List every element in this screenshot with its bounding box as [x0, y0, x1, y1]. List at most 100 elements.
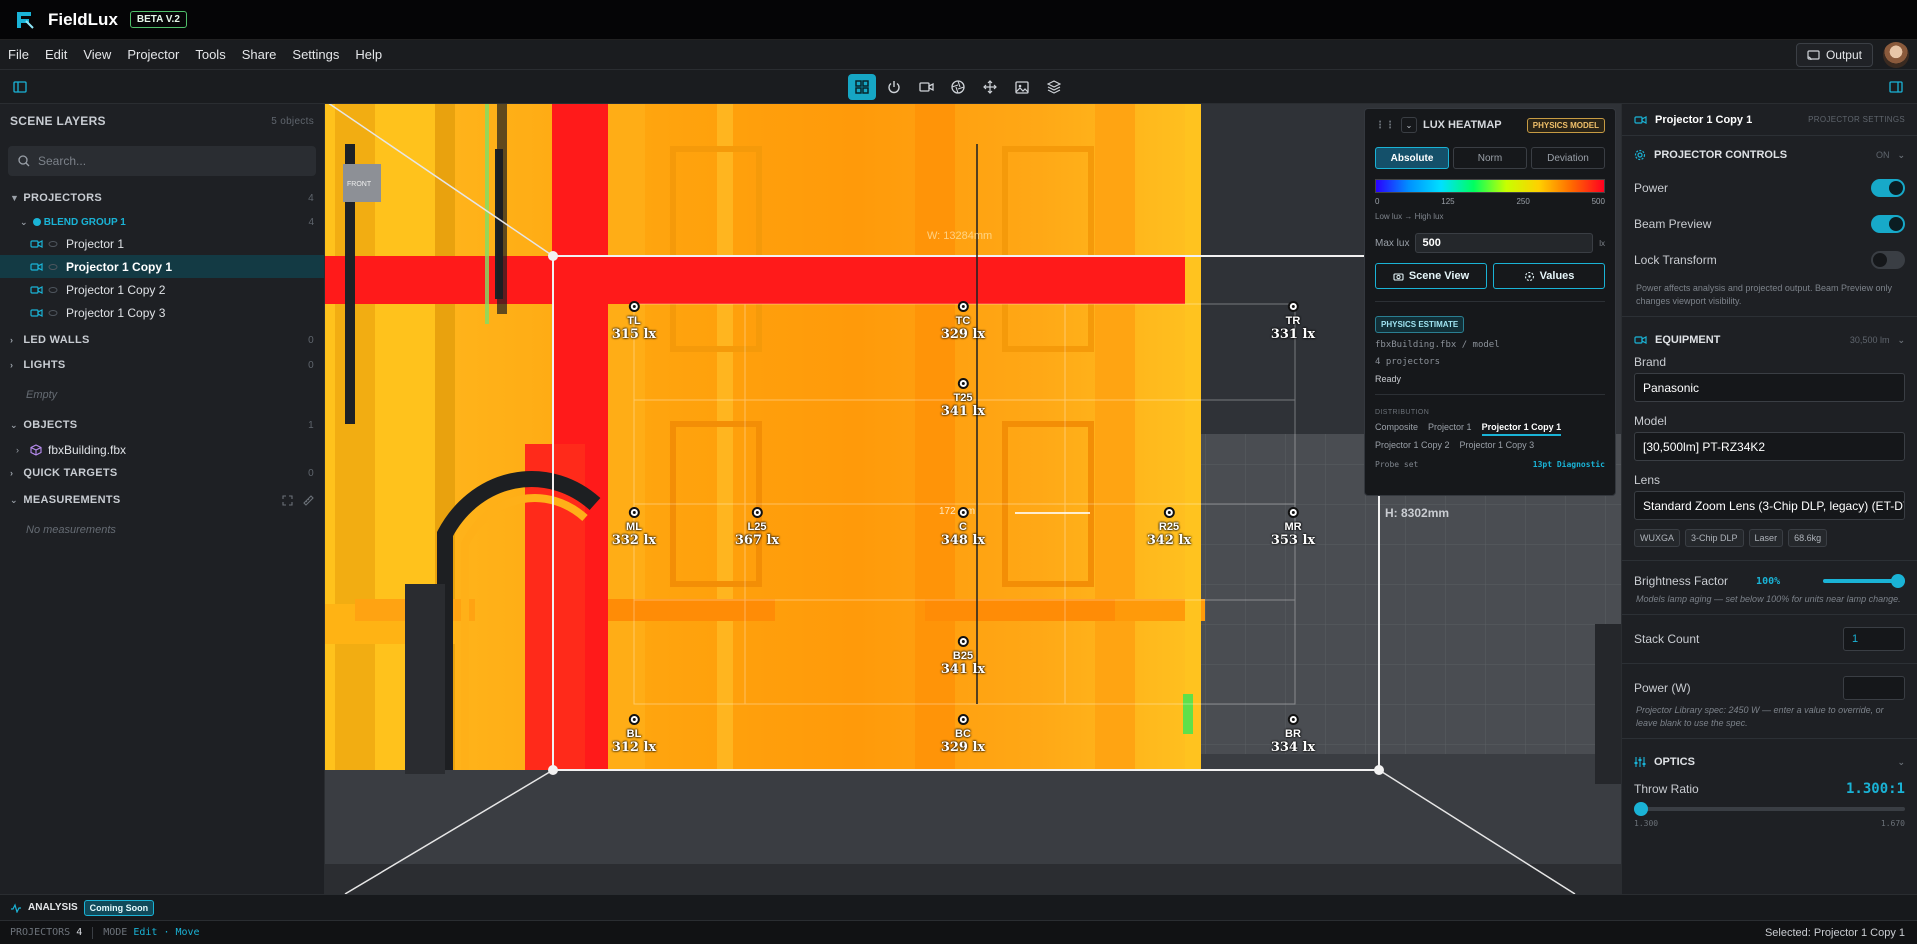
sliders-icon: [1634, 757, 1646, 767]
menu-settings[interactable]: Settings: [292, 47, 339, 62]
fit-frame-icon[interactable]: [282, 494, 293, 506]
menu-tools[interactable]: Tools: [195, 47, 225, 62]
menu-edit[interactable]: Edit: [45, 47, 67, 62]
equipment-header[interactable]: EQUIPMENT 30,500 lm ⌄: [1622, 325, 1917, 355]
coming-soon-badge: Coming Soon: [83, 899, 155, 916]
camera-tool-button[interactable]: [912, 74, 940, 100]
probe-t25[interactable]: T25 341 lx: [941, 378, 985, 419]
sidebar-item-projector-1-copy-1[interactable]: Projector 1 Copy 1: [0, 255, 324, 278]
menu-share[interactable]: Share: [242, 47, 277, 62]
probe-tr[interactable]: TR 331 lx: [1271, 301, 1315, 342]
objects-count: 1: [308, 419, 314, 431]
heatmap-divider: [1375, 301, 1605, 302]
mode-absolute-button[interactable]: Absolute: [1375, 147, 1449, 169]
layers-tool-button[interactable]: [1040, 74, 1068, 100]
measurements-label: MEASUREMENTS: [23, 494, 121, 506]
probe-marker-icon: [628, 301, 640, 312]
blend-group-row[interactable]: ⌄ BLEND GROUP 1 4: [0, 212, 324, 232]
probe-marker-icon: [957, 378, 969, 389]
brightness-slider-handle[interactable]: [1891, 574, 1905, 588]
image-tool-button[interactable]: [1008, 74, 1036, 100]
visibility-icon[interactable]: [48, 263, 58, 271]
probe-c[interactable]: C 348 lx: [941, 507, 985, 548]
toggle-left-panel-button[interactable]: [9, 76, 31, 98]
heatmap-view-buttons: Scene View Values: [1375, 263, 1605, 289]
aperture-tool-button[interactable]: [944, 74, 972, 100]
menu-file[interactable]: File: [8, 47, 29, 62]
visibility-icon[interactable]: [48, 240, 58, 248]
lock-transform-toggle[interactable]: [1871, 251, 1905, 269]
projector-icon: [30, 308, 43, 317]
optics-label: OPTICS: [1654, 756, 1695, 768]
ruler-icon[interactable]: [303, 494, 314, 506]
probe-bl[interactable]: BL 312 lx: [612, 714, 656, 755]
collapse-heatmap-button[interactable]: ⌄: [1401, 117, 1417, 133]
dist-tab-projector-1-copy-3[interactable]: Projector 1 Copy 3: [1460, 440, 1535, 450]
chevron-down-icon: ▼: [10, 193, 20, 203]
brightness-slider[interactable]: [1823, 574, 1905, 588]
max-lux-input[interactable]: 500: [1415, 233, 1594, 253]
blend-group-label: BLEND GROUP 1: [43, 216, 126, 228]
probe-br[interactable]: BR 334 lx: [1271, 714, 1315, 755]
search-input[interactable]: Search...: [8, 146, 316, 176]
mode-norm-button[interactable]: Norm: [1453, 147, 1527, 169]
throw-min: 1.300: [1634, 819, 1659, 828]
brand-select[interactable]: Panasonic: [1634, 373, 1905, 402]
dist-tab-projector-1[interactable]: Projector 1: [1428, 422, 1472, 436]
measurements-section-header[interactable]: ⌄ MEASUREMENTS: [0, 485, 324, 515]
power-watts-input[interactable]: [1843, 676, 1905, 700]
visibility-icon[interactable]: [48, 309, 58, 317]
probe-b25[interactable]: B25 341 lx: [941, 636, 985, 677]
move-tool-button[interactable]: [976, 74, 1004, 100]
toggle-right-panel-button[interactable]: [1885, 76, 1907, 98]
sidebar-left-icon: [13, 81, 27, 93]
dist-tab-projector-1-copy-2[interactable]: Projector 1 Copy 2: [1375, 440, 1450, 450]
probe-r25[interactable]: R25 342 lx: [1147, 507, 1191, 548]
stack-count-input[interactable]: 1: [1843, 627, 1905, 651]
quick-targets-section-header[interactable]: › QUICK TARGETS 0: [0, 461, 324, 485]
sidebar-item-fbx-building[interactable]: › fbxBuilding.fbx: [0, 438, 324, 461]
dist-tab-projector-1-copy-1[interactable]: Projector 1 Copy 1: [1481, 422, 1562, 436]
probe-bc[interactable]: BC 329 lx: [941, 714, 985, 755]
probe-tc[interactable]: TC 329 lx: [941, 301, 985, 342]
user-avatar[interactable]: [1883, 42, 1909, 68]
menu-help[interactable]: Help: [355, 47, 382, 62]
menu-projector[interactable]: Projector: [127, 47, 179, 62]
output-button[interactable]: Output: [1795, 43, 1873, 67]
projectors-section-header[interactable]: ▼ PROJECTORS 4: [0, 184, 324, 212]
throw-ratio-slider-handle[interactable]: [1634, 802, 1648, 816]
chevron-right-icon: ›: [10, 360, 14, 370]
projector-controls-header[interactable]: PROJECTOR CONTROLS ON ⌄: [1622, 140, 1917, 170]
sidebar-item-projector-1-copy-2[interactable]: Projector 1 Copy 2: [0, 278, 324, 301]
lens-select[interactable]: Standard Zoom Lens (3-Chip DLP, legacy) …: [1634, 491, 1905, 520]
probe-l25[interactable]: L25 367 lx: [735, 507, 779, 548]
probe-tl[interactable]: TL 315 lx: [612, 301, 656, 342]
optics-header[interactable]: OPTICS ⌄: [1622, 747, 1917, 777]
mode-deviation-button[interactable]: Deviation: [1531, 147, 1605, 169]
heatmap-divider: [1375, 394, 1605, 395]
drag-handle-icon[interactable]: ⋮⋮: [1375, 120, 1395, 131]
beam-preview-toggle[interactable]: [1871, 215, 1905, 233]
model-select[interactable]: [30,500lm] PT-RZ34K2: [1634, 432, 1905, 461]
lights-section-header[interactable]: › LIGHTS 0: [0, 352, 324, 378]
objects-section-header[interactable]: ⌄ OBJECTS 1: [0, 412, 324, 438]
probe-mr[interactable]: MR 353 lx: [1271, 507, 1315, 548]
power-tool-button[interactable]: [880, 74, 908, 100]
scene-view-button[interactable]: Scene View: [1375, 263, 1487, 289]
values-button[interactable]: Values: [1493, 263, 1605, 289]
power-toggle[interactable]: [1871, 179, 1905, 197]
probe-ml[interactable]: ML 332 lx: [612, 507, 656, 548]
probe-set-value[interactable]: 13pt Diagnostic: [1533, 460, 1605, 469]
max-lux-unit: lx: [1599, 238, 1605, 248]
analysis-bar[interactable]: ANALYSIS Coming Soon: [0, 894, 1917, 920]
led-walls-label: LED WALLS: [23, 334, 90, 346]
sidebar-item-projector-1[interactable]: Projector 1: [0, 232, 324, 255]
menu-view[interactable]: View: [83, 47, 111, 62]
led-walls-section-header[interactable]: › LED WALLS 0: [0, 328, 324, 352]
dist-tab-composite[interactable]: Composite: [1375, 422, 1418, 436]
visibility-icon[interactable]: [48, 286, 58, 294]
chip-technology: 3-Chip DLP: [1685, 529, 1744, 547]
sidebar-item-projector-1-copy-3[interactable]: Projector 1 Copy 3: [0, 301, 324, 324]
grid-view-button[interactable]: [848, 74, 876, 100]
throw-ratio-slider[interactable]: [1634, 802, 1905, 816]
